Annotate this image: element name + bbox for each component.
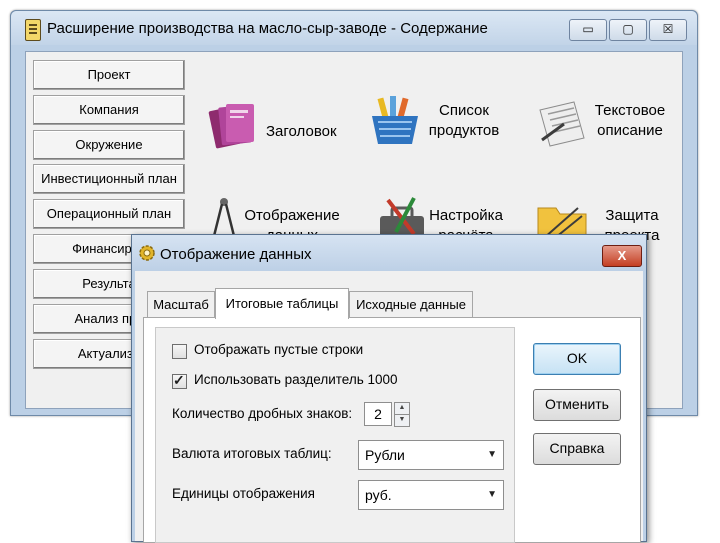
show-empty-rows-checkbox[interactable] <box>172 344 187 359</box>
nav-project[interactable]: Проект <box>33 60 185 90</box>
dialog-title: Отображение данных <box>160 246 312 263</box>
main-window-title: Расширение производства на масло-сыр-зав… <box>47 20 488 37</box>
currency-value: Рубли <box>365 447 405 463</box>
data-display-dialog: Отображение данных X Масштаб Итоговые та… <box>131 234 647 543</box>
dialog-close-button[interactable]: X <box>602 245 642 267</box>
currency-label: Валюта итоговых таблиц: <box>172 446 332 461</box>
tab-summary-tables[interactable]: Итоговые таблицы <box>215 288 349 319</box>
units-value: руб. <box>365 487 392 503</box>
gear-icon <box>139 245 155 261</box>
nav-investment-plan[interactable]: Инвестиционный план <box>33 164 185 194</box>
units-label: Единицы отображения <box>172 486 315 501</box>
shopping-basket-icon[interactable] <box>366 92 424 148</box>
decimals-input[interactable]: 2 <box>364 402 392 426</box>
decimals-label: Количество дробных знаков: <box>172 406 353 421</box>
dialog-title-bar[interactable]: Отображение данных X <box>132 235 646 271</box>
tab-source-data[interactable]: Исходные данные <box>349 291 473 318</box>
tile-text-desc-label-line1[interactable]: Текстовое <box>586 102 674 120</box>
use-separator-checkbox[interactable] <box>172 372 187 389</box>
dialog-body: Масштаб Итоговые таблицы Исходные данные… <box>135 271 643 543</box>
tile-protect-label-line1[interactable]: Защита <box>592 207 672 225</box>
maximize-button[interactable]: ▢ <box>609 19 647 41</box>
use-separator-label[interactable]: Использовать разделитель 1000 <box>194 372 398 387</box>
minimize-button[interactable]: ▭ <box>569 19 607 41</box>
tile-calc-label-line1[interactable]: Настройка <box>424 207 508 225</box>
decimals-down-arrow-icon[interactable]: ▼ <box>394 414 410 427</box>
tile-header-label[interactable]: Заголовок <box>266 123 337 141</box>
units-select[interactable]: руб. ▼ <box>358 480 504 510</box>
chevron-down-icon: ▼ <box>487 449 497 460</box>
tile-products-label-line1[interactable]: Список <box>424 102 504 120</box>
main-title-bar[interactable]: Расширение производства на масло-сыр-зав… <box>11 11 697 45</box>
close-button[interactable]: ☒ <box>649 19 687 41</box>
chevron-down-icon: ▼ <box>487 489 497 500</box>
show-empty-rows-label[interactable]: Отображать пустые строки <box>194 342 363 357</box>
nav-company[interactable]: Компания <box>33 95 185 125</box>
currency-select[interactable]: Рубли ▼ <box>358 440 504 470</box>
nav-environment[interactable]: Окружение <box>33 130 185 160</box>
books-icon[interactable] <box>206 98 264 154</box>
tile-products-label-line2[interactable]: продуктов <box>424 122 504 140</box>
tile-display-label-line1[interactable]: Отображение <box>236 207 348 225</box>
ok-button[interactable]: OK <box>533 343 621 375</box>
tab-scale[interactable]: Масштаб <box>147 291 215 318</box>
notebook-icon <box>25 19 41 41</box>
help-button[interactable]: Справка <box>533 433 621 465</box>
nav-operational-plan[interactable]: Операционный план <box>33 199 185 229</box>
document-pen-icon[interactable] <box>534 96 592 152</box>
settings-group: Отображать пустые строки Использовать ра… <box>155 327 515 543</box>
tile-text-desc-label-line2[interactable]: описание <box>586 122 674 140</box>
cancel-button[interactable]: Отменить <box>533 389 621 421</box>
